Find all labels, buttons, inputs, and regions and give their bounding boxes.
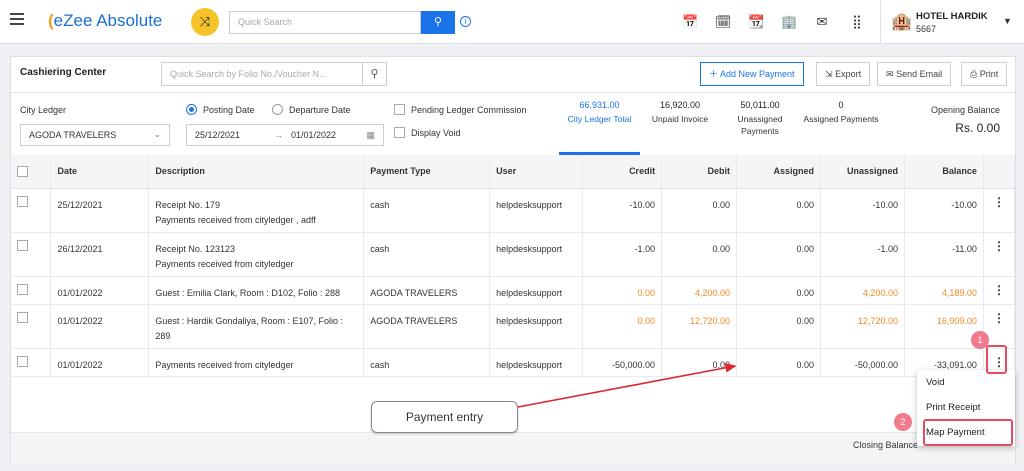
payment-entry-callout: Payment entry — [371, 401, 518, 433]
